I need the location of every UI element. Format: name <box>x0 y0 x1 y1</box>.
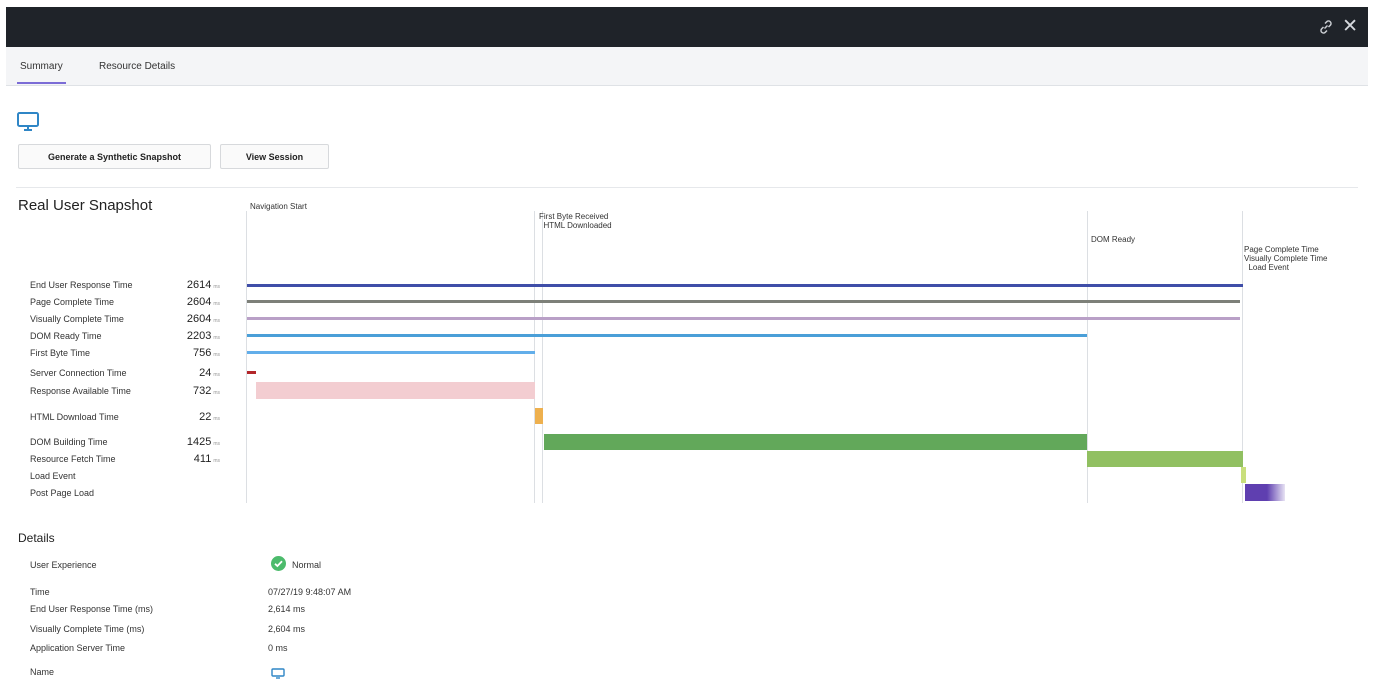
bar-page-complete <box>247 300 1240 303</box>
bar-response-available <box>256 382 535 399</box>
metric-value-dom-ready: 2203 ms <box>186 330 220 342</box>
marker-page-complete: Page Complete Time Visually Complete Tim… <box>1244 245 1328 272</box>
bar-end-user-response <box>247 284 1243 287</box>
bar-post-page-load <box>1245 484 1285 501</box>
metric-value-end-user-response: 2614 ms <box>186 279 220 291</box>
tab-summary[interactable]: Summary <box>17 61 66 84</box>
metric-value-dom-building: 1425 ms <box>186 436 220 448</box>
monitor-icon <box>17 112 39 131</box>
metric-label-end-user-response: End User Response Time <box>30 280 133 290</box>
check-circle-icon <box>271 556 286 571</box>
detail-label-user-experience: User Experience <box>30 560 97 570</box>
detail-value-application-server: 0 ms <box>268 643 288 653</box>
metric-value-visually-complete: 2604 ms <box>186 313 220 325</box>
bar-resource-fetch <box>1087 451 1243 467</box>
bar-server-connection <box>247 371 256 374</box>
detail-label-visually-complete: Visually Complete Time (ms) <box>30 624 145 634</box>
metric-label-load-event: Load Event <box>30 471 76 481</box>
metric-value-first-byte: 756 ms <box>192 347 220 359</box>
details-title: Details <box>18 531 55 545</box>
section-divider <box>16 187 1358 188</box>
metric-value-page-complete: 2604 ms <box>186 296 220 308</box>
metric-label-dom-ready: DOM Ready Time <box>30 331 102 341</box>
detail-value-visually-complete: 2,604 ms <box>268 624 306 634</box>
marker-dom-ready: DOM Ready <box>1091 235 1136 244</box>
detail-label-application-server: Application Server Time <box>30 643 126 653</box>
bar-html-download <box>535 408 543 424</box>
first-byte-line <box>534 211 535 503</box>
metric-label-visually-complete: Visually Complete Time <box>30 314 124 324</box>
bar-load-event <box>1241 467 1246 483</box>
metric-label-server-connection: Server Connection Time <box>30 368 127 378</box>
tab-bar: Summary Resource Details <box>6 47 1368 86</box>
metric-value-resource-fetch: 411 ms <box>193 453 220 465</box>
metric-label-resource-fetch: Resource Fetch Time <box>30 454 116 464</box>
metric-label-page-complete: Page Complete Time <box>30 297 115 307</box>
generate-synthetic-snapshot-button[interactable]: Generate a Synthetic Snapshot <box>18 144 211 169</box>
detail-value-end-user-response: 2,614 ms <box>268 604 306 614</box>
metric-label-post-page-load: Post Page Load <box>30 488 95 498</box>
section-title-snapshot: Real User Snapshot <box>18 197 153 214</box>
close-icon[interactable]: ✕ <box>1342 17 1358 36</box>
window-title-bar: ✕ <box>6 7 1368 47</box>
metric-value-response-available: 732 ms <box>192 385 220 397</box>
link-icon[interactable] <box>1318 19 1334 35</box>
detail-label-name: Name <box>30 667 55 677</box>
bar-visually-complete <box>247 317 1240 320</box>
bar-first-byte <box>247 351 535 354</box>
detail-label-end-user-response: End User Response Time (ms) <box>30 604 154 614</box>
bar-dom-ready <box>247 334 1087 337</box>
bar-dom-building <box>544 434 1087 450</box>
detail-value-user-experience: Normal <box>292 560 322 570</box>
monitor-icon <box>271 668 285 679</box>
detail-value-time: 07/27/19 9:48:07 AM <box>268 587 352 597</box>
marker-navigation-start: Navigation Start <box>250 202 307 211</box>
navigation-start-line <box>246 211 247 503</box>
metric-label-dom-building: DOM Building Time <box>30 437 108 447</box>
metric-label-response-available: Response Available Time <box>30 386 131 396</box>
marker-first-byte: First Byte Received HTML Downloaded <box>539 212 612 230</box>
view-session-button[interactable]: View Session <box>220 144 329 169</box>
html-downloaded-line <box>542 211 543 503</box>
tab-resource-details[interactable]: Resource Details <box>99 61 175 72</box>
metric-label-first-byte: First Byte Time <box>30 348 91 358</box>
metric-value-html-download: 22 ms <box>199 411 220 423</box>
detail-label-time: Time <box>30 587 50 597</box>
metric-label-html-download: HTML Download Time <box>30 412 119 422</box>
metric-value-server-connection: 24 ms <box>199 367 220 379</box>
